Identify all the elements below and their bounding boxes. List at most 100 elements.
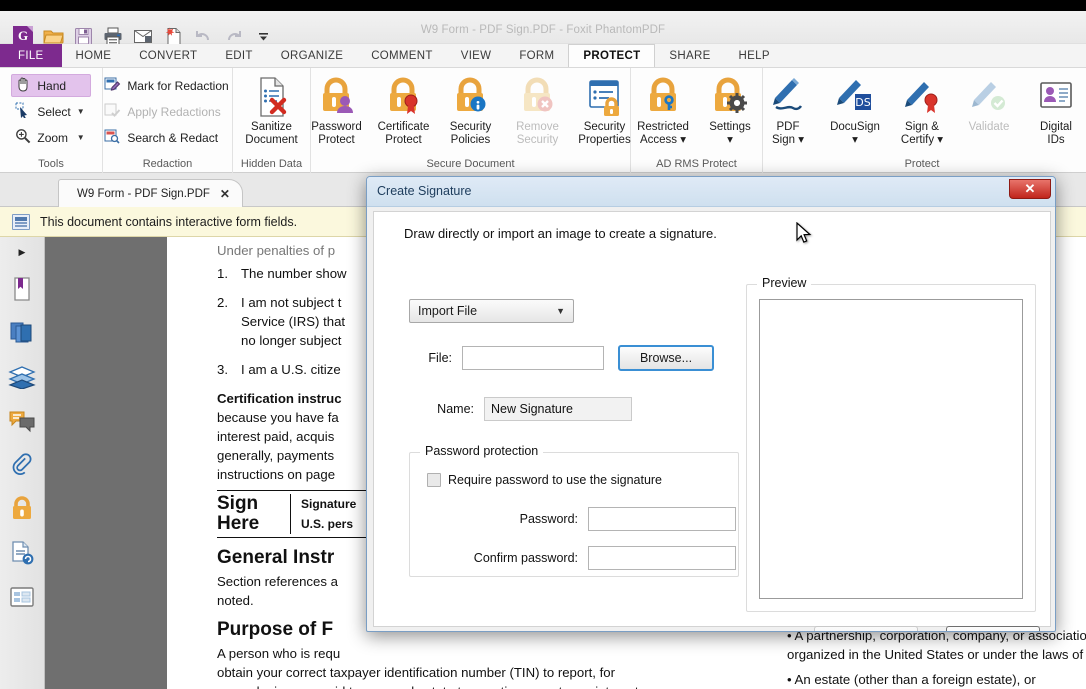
- tab-home[interactable]: HOME: [62, 44, 126, 67]
- ad-rms-settings-button[interactable]: Settings ▾: [697, 72, 763, 149]
- document-tab-secondary[interactable]: W9 Form - Digita: [258, 179, 377, 207]
- name-input[interactable]: New Signature: [484, 397, 632, 421]
- ribbon-group-redaction-label: Redaction: [103, 158, 232, 170]
- docusign-pen-icon: DS: [833, 74, 877, 118]
- close-icon[interactable]: ✕: [220, 187, 230, 201]
- signature-preview-canvas[interactable]: [759, 299, 1023, 599]
- doc-purpose-line: A person who is requ: [217, 644, 717, 663]
- password-protect-button[interactable]: Password Protect: [304, 72, 370, 149]
- preview-title: Preview: [757, 276, 811, 290]
- padlock-gear-icon: [708, 74, 752, 118]
- padlock-info-icon: [449, 74, 493, 118]
- comments-panel-icon[interactable]: [8, 407, 36, 435]
- svg-text:DS: DS: [855, 96, 870, 109]
- confirm-password-label: Confirm password:: [474, 551, 578, 565]
- notification-message: This document contains interactive form …: [40, 215, 297, 229]
- certificate-protect-button[interactable]: Certificate Protect: [371, 72, 437, 149]
- padlock-remove-icon: [516, 74, 560, 118]
- tool-select-label: Select: [37, 105, 70, 119]
- tab-edit[interactable]: EDIT: [211, 44, 266, 67]
- file-input[interactable]: [462, 346, 604, 370]
- restricted-access-label: Restricted Access ▾: [637, 121, 689, 147]
- require-password-checkbox-row[interactable]: Require password to use the signature: [427, 473, 662, 487]
- page-thumbnails-panel-icon[interactable]: [8, 319, 36, 347]
- password-protection-group: Password protection Require password to …: [409, 452, 739, 577]
- sanitize-document-icon: [253, 74, 291, 118]
- security-policies-button[interactable]: Security Policies: [438, 72, 504, 149]
- signature-source-dropdown[interactable]: Import File ▼: [409, 299, 574, 323]
- preview-group: Preview: [746, 284, 1036, 612]
- ribbon-group-protect: PDF Sign ▾ DS DocuSign ▾ Sign & Certify …: [763, 68, 1081, 173]
- remove-security-button: Remove Security: [505, 72, 571, 149]
- chevron-down-icon[interactable]: ▼: [77, 133, 85, 142]
- restricted-access-button[interactable]: Restricted Access ▾: [630, 72, 696, 149]
- bookmarks-panel-icon[interactable]: [8, 275, 36, 303]
- tool-hand-button[interactable]: Hand: [11, 74, 90, 97]
- ribbon-group-redaction: Mark for Redaction Apply Redactions Sear…: [103, 68, 233, 173]
- ribbon-group-secure-document: Password Protect Certificate Protect Sec…: [311, 68, 631, 173]
- close-icon[interactable]: ✕: [1009, 179, 1051, 199]
- doc-item-line: I am a U.S. citize: [241, 360, 341, 379]
- attachments-panel-icon[interactable]: [8, 451, 36, 479]
- doc-bullet-line: organized in the United States or under …: [787, 645, 1086, 664]
- dialog-instruction-text: Draw directly or import an image to crea…: [404, 226, 717, 241]
- application-window: W9 Form - PDF Sign.PDF - Foxit PhantomPD…: [0, 0, 1086, 689]
- tool-select-button[interactable]: Select ▼: [11, 100, 90, 123]
- password-row: Password:: [418, 507, 736, 531]
- certificate-protect-label: Certificate Protect: [378, 121, 430, 147]
- signatures-panel-icon[interactable]: [8, 539, 36, 567]
- security-panel-icon[interactable]: [8, 495, 36, 523]
- confirm-password-input[interactable]: [588, 546, 736, 570]
- fields-panel-icon[interactable]: [8, 583, 36, 611]
- doc-item-number: 3.: [217, 360, 233, 379]
- document-tab-label: W9 Form - Digita: [277, 188, 364, 200]
- chevron-down-icon[interactable]: ▼: [77, 107, 85, 116]
- search-and-redact-button[interactable]: Search & Redact: [100, 126, 234, 149]
- ad-rms-settings-label: Settings ▾: [709, 121, 751, 147]
- require-password-checkbox[interactable]: [427, 473, 441, 487]
- mark-for-redaction-button[interactable]: Mark for Redaction: [100, 74, 234, 97]
- ribbon-group-hidden-data-label: Hidden Data: [233, 158, 310, 170]
- padlock-key-icon: [641, 74, 685, 118]
- tab-comment[interactable]: COMMENT: [357, 44, 447, 67]
- dialog-titlebar[interactable]: Create Signature ✕: [367, 177, 1055, 207]
- password-protect-label: Password Protect: [311, 121, 362, 147]
- mark-for-redaction-label: Mark for Redaction: [127, 79, 228, 93]
- tab-file[interactable]: FILE: [0, 44, 62, 67]
- digital-ids-card-icon: [1034, 74, 1078, 118]
- validate-icon: [967, 74, 1011, 118]
- save-button: Save: [814, 626, 918, 632]
- expand-panel-icon[interactable]: ▶: [19, 247, 26, 259]
- tool-zoom-button[interactable]: Zoom ▼: [11, 126, 90, 149]
- security-policies-label: Security Policies: [450, 121, 492, 147]
- cancel-button[interactable]: Cancel: [946, 626, 1040, 632]
- browse-button[interactable]: Browse...: [618, 345, 714, 371]
- tab-share[interactable]: SHARE: [655, 44, 724, 67]
- tab-protect[interactable]: PROTECT: [568, 44, 655, 67]
- security-properties-button[interactable]: Security Properties: [572, 72, 638, 149]
- layers-panel-icon[interactable]: [8, 363, 36, 391]
- doc-item-line: Service (IRS) that: [241, 312, 345, 331]
- sanitize-document-button[interactable]: Sanitize Document: [239, 72, 305, 149]
- dialog-body: Draw directly or import an image to crea…: [373, 211, 1051, 627]
- ribbon-tab-bar: FILE HOME CONVERT EDIT ORGANIZE COMMENT …: [0, 44, 1086, 68]
- ribbon-group-secure-document-label: Secure Document: [311, 158, 630, 170]
- sign-and-certify-button[interactable]: Sign & Certify ▾: [889, 72, 955, 149]
- ribbon-group-hidden-data: Sanitize Document Hidden Data: [233, 68, 311, 173]
- require-password-label: Require password to use the signature: [448, 473, 662, 487]
- tab-organize[interactable]: ORGANIZE: [267, 44, 357, 67]
- password-input[interactable]: [588, 507, 736, 531]
- digital-ids-button[interactable]: Digital IDs: [1023, 72, 1086, 149]
- document-tab-active[interactable]: W9 Form - PDF Sign.PDF ✕: [58, 179, 243, 207]
- tool-hand-label: Hand: [37, 79, 84, 93]
- tab-form[interactable]: FORM: [505, 44, 568, 67]
- docusign-button[interactable]: DS DocuSign ▾: [822, 72, 888, 149]
- doc-item-line: I am not subject t: [241, 293, 345, 312]
- doc-bullet-line: • An estate (other than a foreign estate…: [787, 670, 1086, 689]
- tab-convert[interactable]: CONVERT: [125, 44, 211, 67]
- pdf-sign-button[interactable]: PDF Sign ▾: [755, 72, 821, 149]
- ribbon-group-ad-rms-label: AD RMS Protect: [631, 158, 762, 170]
- tab-help[interactable]: HELP: [725, 44, 784, 67]
- tab-view[interactable]: VIEW: [447, 44, 506, 67]
- quick-access-toolbar: W9 Form - PDF Sign.PDF - Foxit PhantomPD…: [0, 11, 1086, 44]
